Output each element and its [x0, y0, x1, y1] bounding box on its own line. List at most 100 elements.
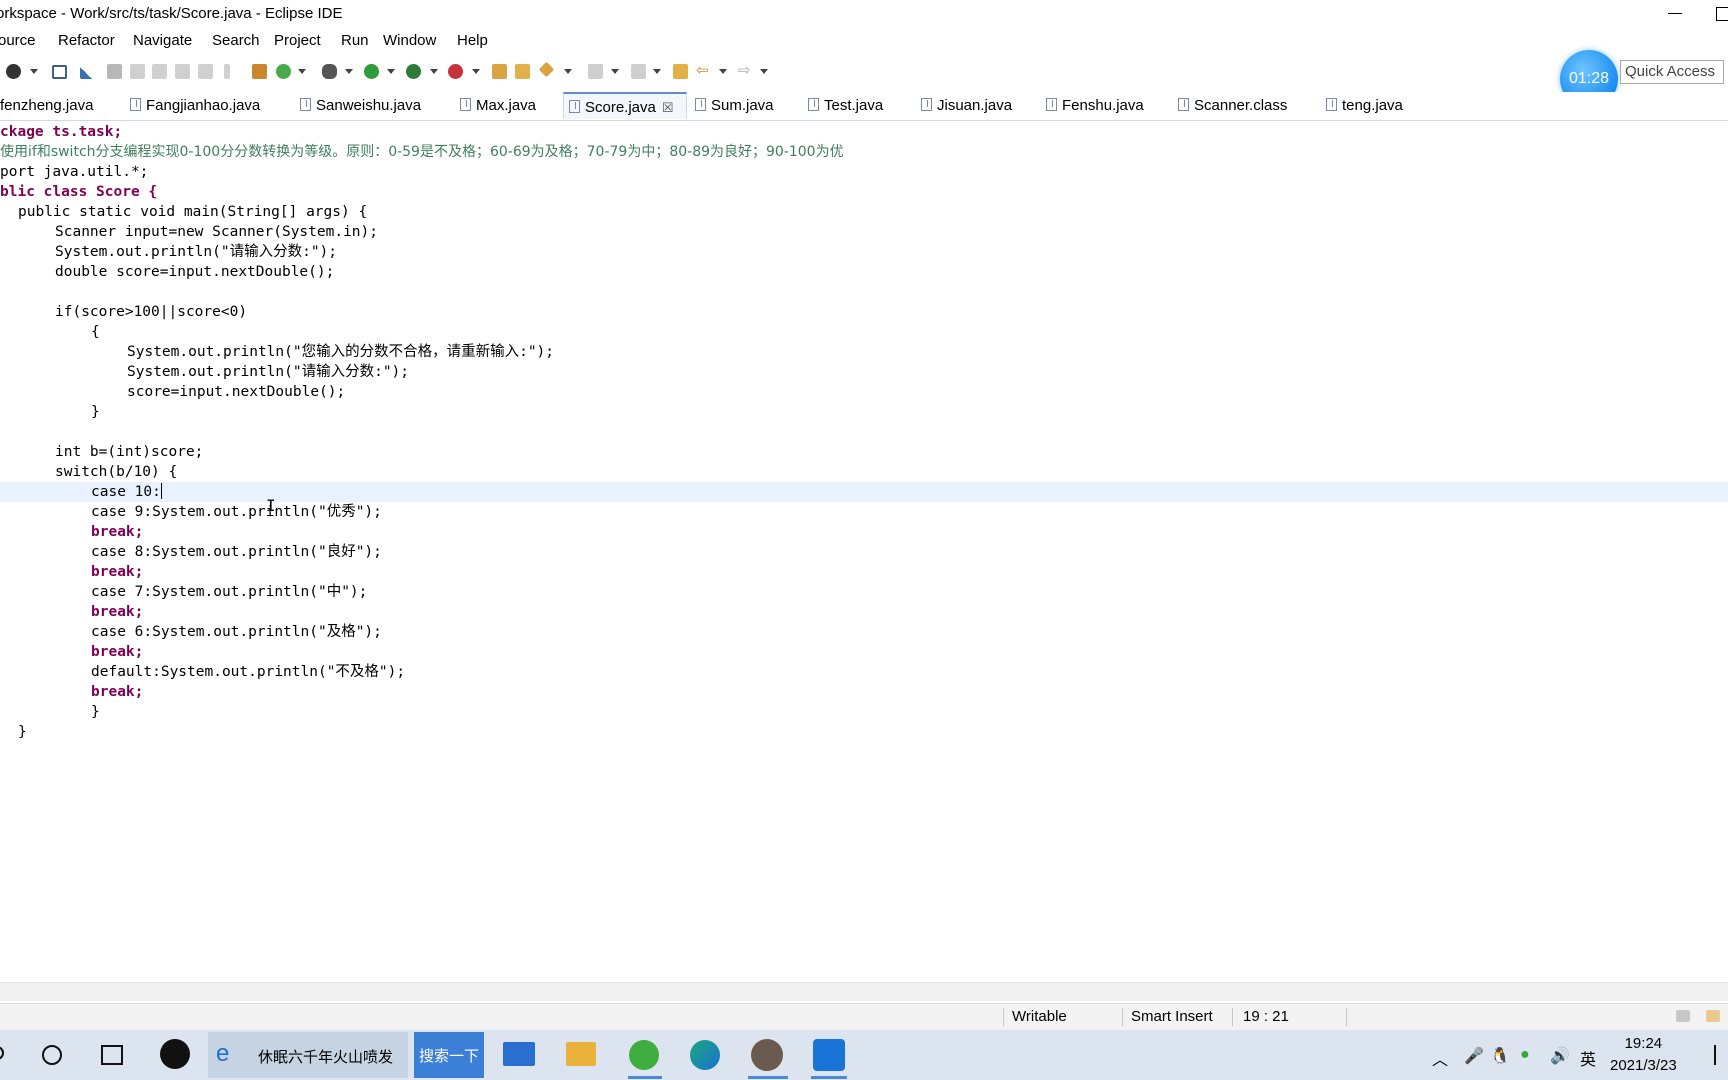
qq-icon[interactable]: 🐧: [1490, 1046, 1510, 1066]
notification-icon[interactable]: [1706, 1010, 1720, 1022]
chevron-up-icon[interactable]: ︿: [1432, 1046, 1448, 1070]
task-view-icon[interactable]: [101, 1045, 123, 1065]
link-icon[interactable]: [152, 64, 167, 79]
menu-help[interactable]: Help: [457, 32, 488, 49]
file-explorer-icon[interactable]: [566, 1042, 596, 1066]
search-icon[interactable]: [538, 61, 555, 78]
java-file-icon: [1046, 98, 1057, 111]
chevron-down-icon[interactable]: [653, 69, 661, 74]
editor-tabs: fenzheng.java Fangjianhao.java Sanweishu…: [0, 92, 1728, 121]
java-file-icon: [1326, 98, 1337, 111]
chevron-down-icon[interactable]: [30, 69, 38, 74]
tab-label: teng.java: [1342, 97, 1403, 114]
debug-icon[interactable]: [322, 64, 337, 79]
minimize-button[interactable]: [1668, 13, 1682, 14]
taskbar-search-text[interactable]: 休眠六千年火山喷发: [258, 1046, 393, 1067]
java-file-icon: [808, 98, 819, 111]
code-line-27: break;: [91, 644, 144, 660]
clock-time: 19:24: [1624, 1035, 1663, 1052]
pinwheel-app-icon[interactable]: [160, 1039, 190, 1069]
status-divider: [1122, 1008, 1123, 1026]
skip-breakpoints-icon[interactable]: [80, 64, 95, 79]
edit-icon[interactable]: [130, 64, 145, 79]
quick-access-field[interactable]: Quick Access: [1620, 60, 1724, 84]
eclipse-app-icon[interactable]: [751, 1039, 783, 1071]
app-tray-icon[interactable]: ●: [1520, 1046, 1530, 1064]
taskbar-search-button[interactable]: 搜索一下: [414, 1032, 484, 1078]
toggle-mark-icon[interactable]: [107, 64, 122, 79]
tab-fangjianhao[interactable]: Fangjianhao.java: [130, 92, 260, 119]
tab-fenshu[interactable]: Fenshu.java: [1046, 92, 1144, 119]
tab-jisuan[interactable]: Jisuan.java: [921, 92, 1012, 119]
windows-start-icon[interactable]: [0, 1046, 4, 1060]
chevron-down-icon[interactable]: [345, 69, 353, 74]
tab-score[interactable]: Score.java ☒: [563, 92, 687, 119]
block-select-icon[interactable]: [175, 64, 190, 79]
menu-search[interactable]: Search: [212, 32, 260, 49]
maximize-button[interactable]: [1716, 7, 1728, 21]
tab-max[interactable]: Max.java: [460, 92, 536, 119]
code-line-2: 使用if和switch分支编程实现0-100分分数转换为等级。原则：0-59是不…: [0, 144, 844, 160]
tab-label: Scanner.class: [1194, 97, 1288, 114]
menu-window[interactable]: Window: [383, 32, 436, 49]
console-icon[interactable]: [52, 65, 67, 79]
open-type-icon[interactable]: [492, 64, 507, 79]
green-browser-icon[interactable]: [629, 1040, 659, 1070]
code-editor[interactable]: ckage ts.task; 使用if和switch分支编程实现0-100分分数…: [0, 122, 1728, 982]
screen-recorder-icon[interactable]: [813, 1039, 845, 1071]
cursor-position-status[interactable]: 19 : 21: [1243, 1008, 1289, 1025]
cortana-icon[interactable]: [42, 1045, 62, 1065]
chevron-down-icon[interactable]: [298, 69, 306, 74]
notification-center-icon[interactable]: [1714, 1045, 1728, 1065]
code-line-26: case 6:System.out.println("及格");: [91, 624, 382, 640]
chevron-down-icon[interactable]: [760, 69, 768, 74]
code-line-1: ckage ts.task;: [0, 122, 122, 142]
chevron-down-icon[interactable]: [472, 69, 480, 74]
forward-arrow-icon[interactable]: ⇨: [738, 61, 753, 79]
tab-scanner-class[interactable]: Scanner.class: [1178, 92, 1287, 119]
whitespace-icon[interactable]: [198, 64, 213, 79]
prev-annotation-icon[interactable]: [631, 64, 646, 79]
menu-source[interactable]: ource: [0, 32, 36, 49]
run-icon[interactable]: [364, 64, 379, 79]
mail-icon[interactable]: [503, 1042, 535, 1066]
tab-fenzheng[interactable]: fenzheng.java: [0, 92, 93, 119]
chevron-down-icon[interactable]: [387, 69, 395, 74]
microphone-icon[interactable]: 🎤: [1464, 1046, 1484, 1066]
tab-teng[interactable]: teng.java: [1326, 92, 1403, 119]
last-edit-icon[interactable]: [673, 64, 688, 79]
horizontal-scrollbar[interactable]: [0, 982, 1728, 1001]
chevron-down-icon[interactable]: [611, 69, 619, 74]
close-icon[interactable]: ☒: [662, 100, 674, 115]
external-tools-icon[interactable]: [448, 64, 463, 79]
ime-indicator[interactable]: 英: [1580, 1046, 1596, 1070]
insert-mode-status[interactable]: Smart Insert: [1131, 1008, 1213, 1025]
java-file-icon: [569, 100, 580, 113]
edge-browser-icon[interactable]: [690, 1040, 720, 1070]
open-folder-icon[interactable]: [515, 64, 530, 79]
tab-sum[interactable]: Sum.java: [695, 92, 774, 119]
menu-run[interactable]: Run: [341, 32, 369, 49]
code-line-19: case 10:: [91, 482, 162, 502]
menu-refactor[interactable]: Refactor: [58, 32, 115, 49]
next-annotation-icon[interactable]: [588, 64, 603, 79]
ie-browser-icon[interactable]: e: [216, 1042, 240, 1066]
tab-sanweishu[interactable]: Sanweishu.java: [300, 92, 421, 119]
package-icon[interactable]: [252, 64, 267, 79]
paragraph-icon[interactable]: [224, 64, 230, 79]
new-java-icon[interactable]: [276, 64, 291, 79]
menu-project[interactable]: Project: [274, 32, 321, 49]
system-clock[interactable]: 19:24 2021/3/23: [1610, 1033, 1677, 1077]
menu-navigate[interactable]: Navigate: [133, 32, 192, 49]
heap-status-icon[interactable]: [1676, 1010, 1690, 1022]
perspective-icon[interactable]: [6, 64, 21, 79]
back-arrow-icon[interactable]: ⇦: [696, 61, 711, 79]
chevron-down-icon[interactable]: [430, 69, 438, 74]
chevron-down-icon[interactable]: [719, 69, 727, 74]
coverage-icon[interactable]: [406, 64, 421, 79]
volume-icon[interactable]: 🔊: [1550, 1046, 1570, 1066]
code-line-6: Scanner input=new Scanner(System.in);: [55, 224, 379, 240]
tab-label: Max.java: [476, 97, 537, 114]
chevron-down-icon[interactable]: [564, 69, 572, 74]
tab-test[interactable]: Test.java: [808, 92, 883, 119]
